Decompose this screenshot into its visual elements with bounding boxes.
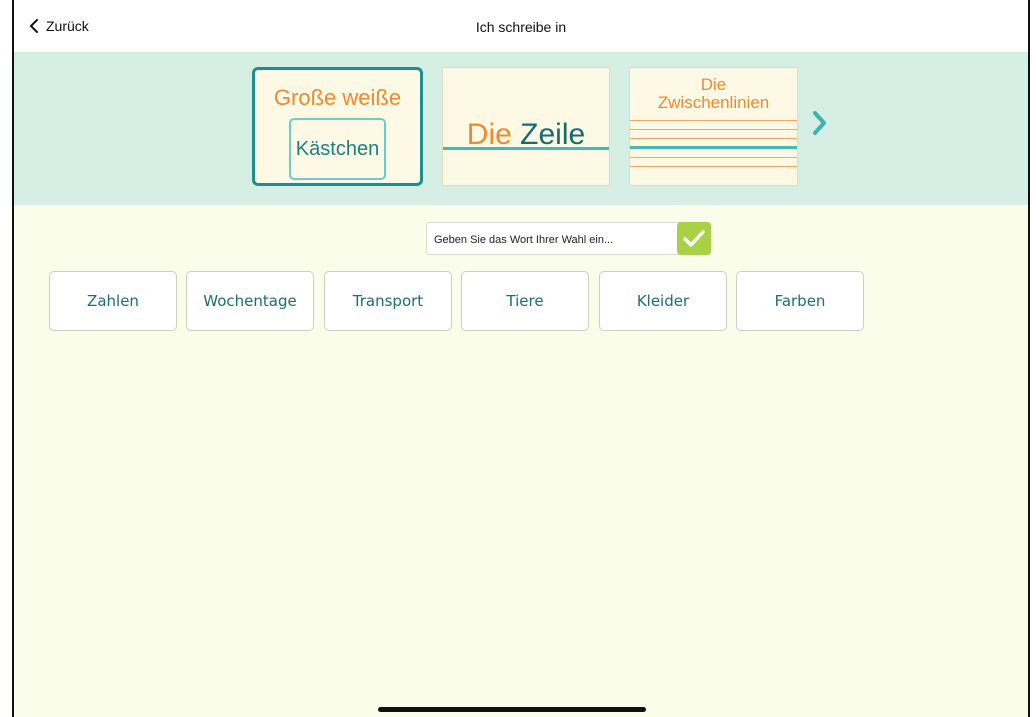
word-input[interactable] [427, 223, 681, 256]
guide-line [630, 120, 797, 121]
guide-line [630, 138, 797, 139]
chevron-right-icon[interactable] [811, 110, 829, 136]
guide-line [630, 157, 797, 158]
navigation-bar: Zurück Ich schreibe in [14, 0, 1028, 53]
category-kleider[interactable]: Kleider [599, 271, 727, 331]
mode-card-title-line1: Die [700, 75, 727, 94]
guide-line [630, 129, 797, 130]
base-line [443, 147, 609, 150]
mode-card-title-line2: Zwischenlinien [657, 93, 770, 112]
writing-mode-selector: Große weiße Kästchen Die Zeile Die Zwisc… [14, 52, 1028, 205]
checkmark-icon [683, 229, 705, 247]
mode-card-die-zwischenlinien[interactable]: Die Zwischenlinien [629, 67, 798, 186]
home-indicator[interactable] [378, 707, 646, 712]
mode-card-box: Kästchen [289, 118, 386, 180]
base-line [630, 146, 797, 149]
mode-card-die-zeile[interactable]: Die Zeile [442, 67, 610, 186]
category-transport[interactable]: Transport [324, 271, 452, 331]
category-farben[interactable]: Farben [736, 271, 864, 331]
app-frame: Zurück Ich schreibe in Große weiße Kästc… [12, 0, 1030, 717]
mode-card-box-label: Kästchen [295, 137, 380, 160]
page-title: Ich schreibe in [475, 19, 567, 35]
category-wochentage[interactable]: Wochentage [186, 271, 314, 331]
confirm-button[interactable] [677, 222, 711, 255]
category-tiere[interactable]: Tiere [461, 271, 589, 331]
guide-line [630, 166, 797, 167]
category-zahlen[interactable]: Zahlen [49, 271, 177, 331]
mode-card-title: Große weiße [273, 85, 402, 110]
mode-card-grosse-weisse-kaestchen[interactable]: Große weiße Kästchen [252, 67, 423, 186]
mode-card-title: Die Zwischenlinien [630, 76, 797, 112]
word-entry [426, 222, 711, 256]
